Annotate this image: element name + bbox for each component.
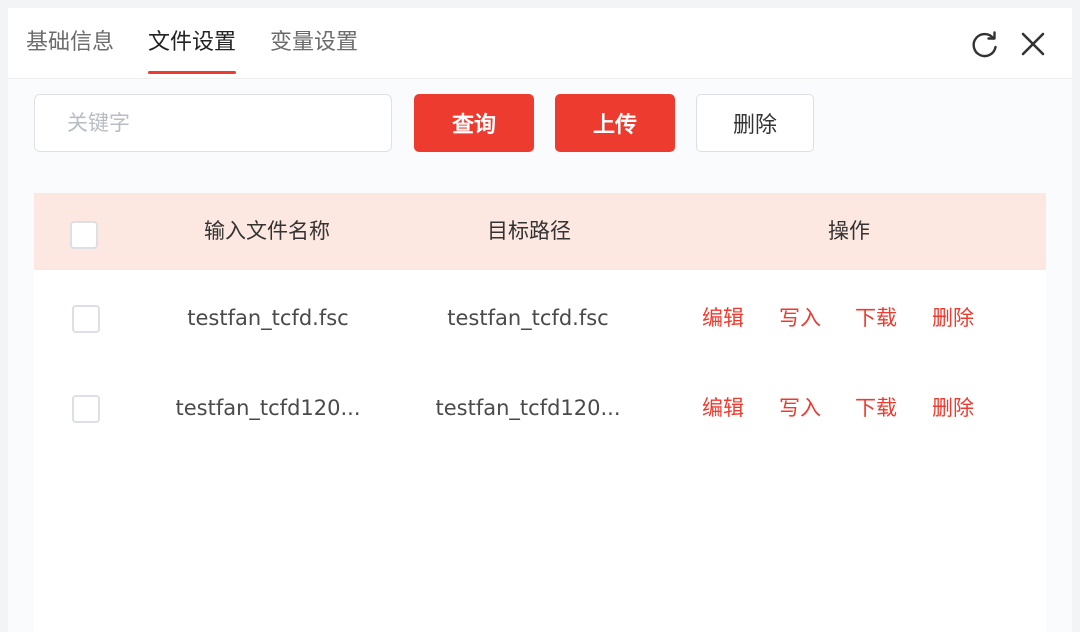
upload-button[interactable]: 上传 xyxy=(555,94,675,152)
column-header-input-file-name: 输入文件名称 xyxy=(204,219,330,243)
file-table: 输入文件名称 目标路径 操作 testfan_tcfd.fsc testfan_… xyxy=(34,193,1046,632)
refresh-icon[interactable] xyxy=(969,28,1001,60)
table-row: testfan_tcfd.fsc testfan_tcfd.fsc 编辑 写入 … xyxy=(34,273,1046,363)
delete-link[interactable]: 删除 xyxy=(932,273,974,363)
target-path: testfan_tcfd120... xyxy=(435,396,621,420)
keyword-search-input[interactable] xyxy=(34,94,392,152)
input-file-name: testfan_tcfd120... xyxy=(175,396,361,420)
tab-variable-settings[interactable]: 变量设置 xyxy=(270,8,358,78)
file-settings-panel: 基础信息 文件设置 变量设置 查询 上传 删除 输入文件名称 目标路径 操作 t… xyxy=(8,8,1072,632)
tab-basic-info[interactable]: 基础信息 xyxy=(26,8,114,78)
target-path: testfan_tcfd.fsc xyxy=(447,306,609,330)
column-header-target-path: 目标路径 xyxy=(487,219,571,243)
edit-link[interactable]: 编辑 xyxy=(702,273,744,363)
input-file-name: testfan_tcfd.fsc xyxy=(187,306,349,330)
panel-header: 基础信息 文件设置 变量设置 xyxy=(8,8,1072,79)
table-header: 输入文件名称 目标路径 操作 xyxy=(34,193,1046,270)
column-header-actions: 操作 xyxy=(828,219,870,243)
close-icon[interactable] xyxy=(1017,28,1049,60)
delete-button[interactable]: 删除 xyxy=(696,94,814,152)
tab-bar: 基础信息 文件设置 变量设置 xyxy=(8,8,358,78)
download-link[interactable]: 下载 xyxy=(855,363,897,453)
row-checkbox[interactable] xyxy=(72,395,100,423)
edit-link[interactable]: 编辑 xyxy=(702,363,744,453)
row-checkbox[interactable] xyxy=(72,305,100,333)
tab-file-settings[interactable]: 文件设置 xyxy=(148,8,237,78)
query-button[interactable]: 查询 xyxy=(414,94,534,152)
write-link[interactable]: 写入 xyxy=(779,273,821,363)
download-link[interactable]: 下载 xyxy=(855,273,897,363)
select-all-checkbox[interactable] xyxy=(70,221,98,249)
delete-link[interactable]: 删除 xyxy=(932,363,974,453)
table-row: testfan_tcfd120... testfan_tcfd120... 编辑… xyxy=(34,363,1046,453)
write-link[interactable]: 写入 xyxy=(779,363,821,453)
